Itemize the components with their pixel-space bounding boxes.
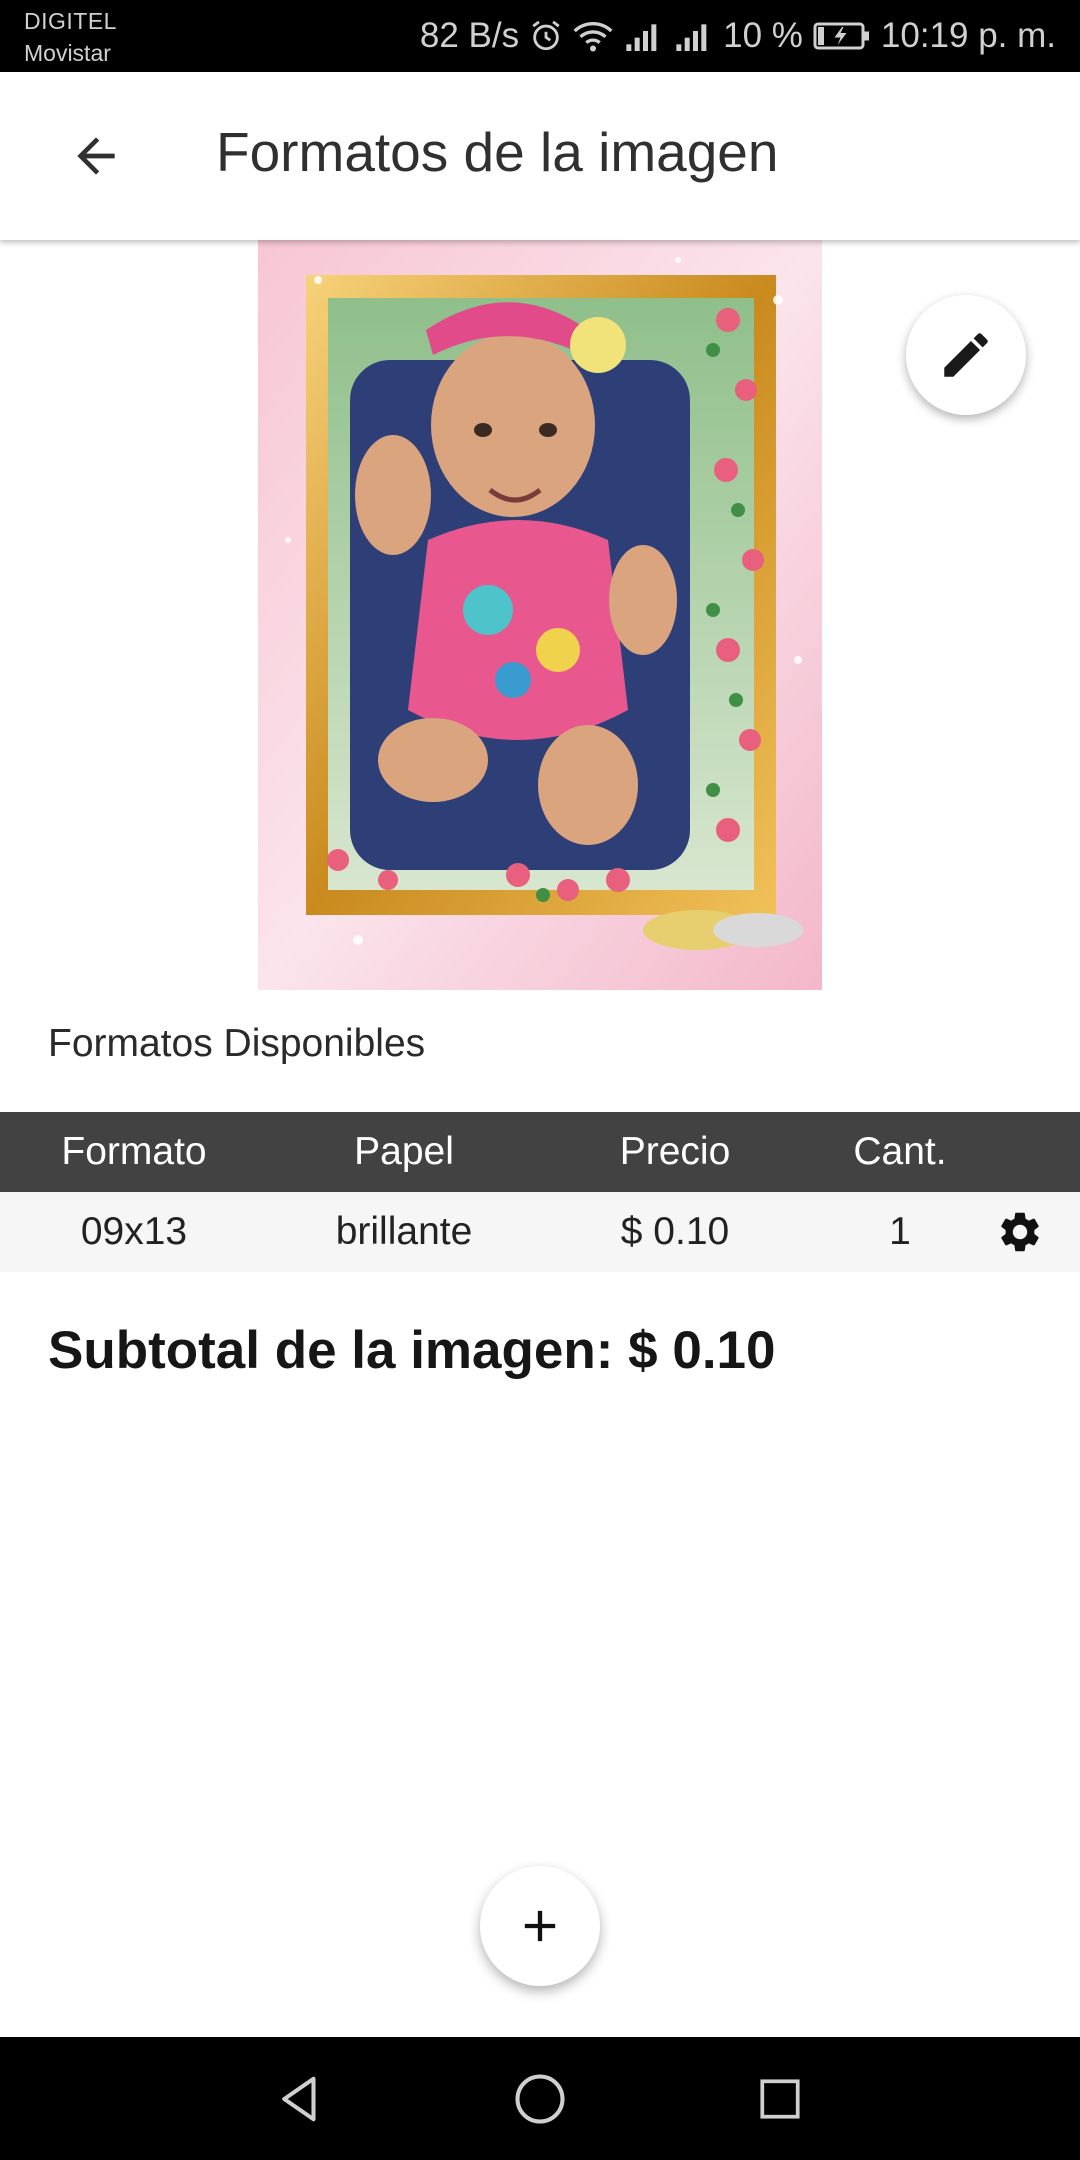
carrier-1: DIGITEL (24, 8, 117, 34)
table-row[interactable]: 09x13 brillante $ 0.10 1 (0, 1192, 1080, 1272)
column-header-papel: Papel (354, 1130, 454, 1173)
cell-cantidad: 1 (889, 1210, 911, 1253)
status-icons: 82 B/s 10 % 10:19 p. m. (420, 12, 1056, 60)
nav-recents-icon (760, 2079, 800, 2119)
cell-formato: 09x13 (80, 1210, 188, 1253)
screen: DIGITEL Movistar 82 B/s 10 % 10:19 p. m. (0, 0, 1080, 2160)
status-bar: DIGITEL Movistar 82 B/s 10 % 10:19 p. m. (0, 0, 1080, 72)
network-speed: 82 B/s (419, 16, 520, 55)
cell-papel: brillante (335, 1210, 473, 1253)
signal-icon (623, 19, 663, 53)
arrow-back-icon (77, 137, 115, 175)
plus-icon (524, 1910, 556, 1942)
nav-back-icon (282, 2076, 316, 2122)
framed-photo (258, 240, 822, 990)
back-button[interactable] (48, 108, 144, 204)
edit-button[interactable] (906, 295, 1026, 415)
wifi-icon (573, 19, 613, 53)
battery-charging-icon (813, 21, 871, 51)
section-title: Formatos Disponibles (48, 1022, 426, 1065)
battery-percentage: 10 % (723, 16, 803, 55)
signal-icon (673, 19, 713, 53)
clock: 10:19 p. m. (880, 16, 1056, 55)
nav-home-icon (515, 2074, 565, 2124)
nav-recents-button[interactable] (744, 2063, 816, 2135)
row-settings-button[interactable] (996, 1208, 1044, 1256)
nav-back-button[interactable] (264, 2063, 336, 2135)
cell-precio: $ 0.10 (620, 1210, 730, 1253)
table-header: Formato Papel Precio Cant. (0, 1112, 1080, 1192)
nav-home-button[interactable] (504, 2063, 576, 2135)
subtotal-label: Subtotal de la imagen: (48, 1321, 614, 1380)
column-header-formato: Formato (61, 1130, 207, 1173)
carrier-2: Movistar (24, 40, 111, 66)
page-title: Formatos de la imagen (216, 121, 779, 183)
app-bar: Formatos de la imagen (0, 72, 1080, 240)
image-preview[interactable] (258, 240, 822, 990)
column-header-precio: Precio (619, 1130, 731, 1173)
gear-icon (1001, 1212, 1039, 1252)
add-format-button[interactable] (480, 1866, 600, 1986)
column-header-cantidad: Cant. (853, 1130, 947, 1173)
pencil-icon (944, 333, 988, 377)
alarm-icon (529, 19, 563, 53)
system-nav-bar (0, 2037, 1080, 2160)
image-subtotal: Subtotal de la imagen: $ 0.10 (48, 1320, 776, 1381)
subtotal-value: $ 0.10 (628, 1321, 776, 1380)
